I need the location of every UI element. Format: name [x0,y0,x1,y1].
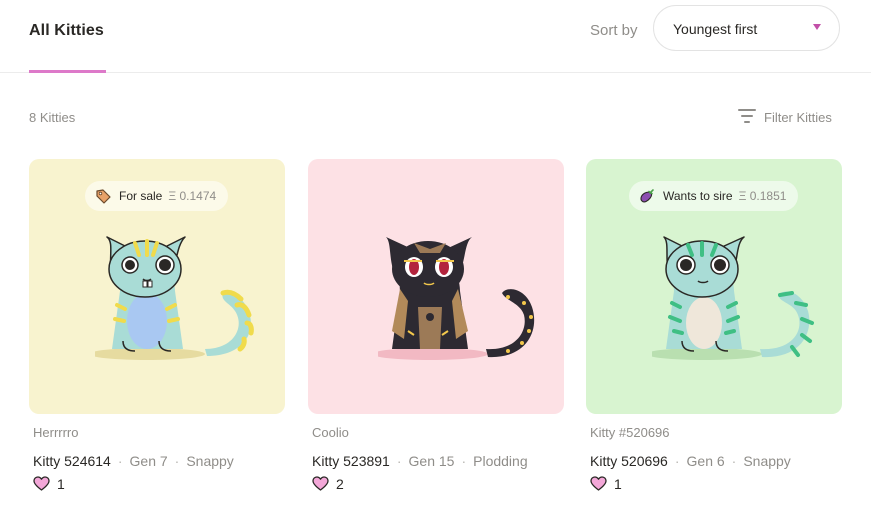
kitty-id: Kitty 524614 [33,453,111,469]
like-count: 2 [336,476,344,492]
cat-illustration-icon [652,236,814,360]
wants-to-sire-badge: Wants to sire Ξ 0.1851 [629,181,799,211]
tab-all-kitties[interactable]: All Kitties [29,22,104,40]
kitty-count: 8 Kitties [29,110,76,125]
filter-lines-icon [738,109,756,123]
price-tag-icon [96,189,111,204]
kitty-meta: Kitty 524614 · Gen 7 · Snappy [33,453,234,469]
filter-kitties-label: Filter Kitties [764,110,832,125]
heart-icon [312,476,329,491]
kitty-name[interactable]: Coolio [312,425,349,440]
kitty-speed: Snappy [743,453,791,469]
like-count: 1 [57,476,65,492]
separator-dot: · [396,453,402,469]
kitty-meta: Kitty 520696 · Gen 6 · Snappy [590,453,791,469]
kitty-speed: Snappy [186,453,234,469]
eggplant-icon [640,189,654,203]
badge-price: Ξ 0.1474 [168,189,217,203]
sort-by-label: Sort by [590,22,638,39]
kitty-image-tile[interactable]: Wants to sire Ξ 0.1851 [586,159,842,414]
kitty-generation: Gen 15 [408,453,455,469]
like-count: 1 [614,476,622,492]
heart-icon [590,476,607,491]
separator-dot: · [674,453,680,469]
badge-price: Ξ 0.1851 [738,189,787,203]
kitty-image-tile[interactable]: For sale Ξ 0.1474 [29,159,285,414]
for-sale-badge: For sale Ξ 0.1474 [85,181,229,211]
separator-dot: · [174,453,180,469]
kitty-name[interactable]: Kitty #520696 [590,425,670,440]
kitty-id: Kitty 523891 [312,453,390,469]
badge-label: For sale [119,189,163,203]
sort-selected-value: Youngest first [673,21,758,37]
kitty-speed: Plodding [473,453,528,469]
separator-dot: · [731,453,737,469]
kitty-id: Kitty 520696 [590,453,668,469]
separator-dot: · [117,453,123,469]
kitty-meta: Kitty 523891 · Gen 15 · Plodding [312,453,528,469]
cat-illustration-icon [95,236,254,360]
heart-icon [33,476,50,491]
kitty-name[interactable]: Herrrrro [33,425,79,440]
kitty-image-tile[interactable] [308,159,564,414]
badge-label: Wants to sire [663,189,733,203]
kitty-generation: Gen 7 [129,453,168,469]
caret-down-icon [813,24,821,30]
sort-select[interactable]: Youngest first [653,5,840,51]
top-bar: All Kitties Sort by Youngest first [0,0,871,73]
active-tab-indicator [29,70,106,73]
cat-illustration-icon [378,237,535,360]
separator-dot: · [461,453,467,469]
kitty-generation: Gen 6 [686,453,725,469]
